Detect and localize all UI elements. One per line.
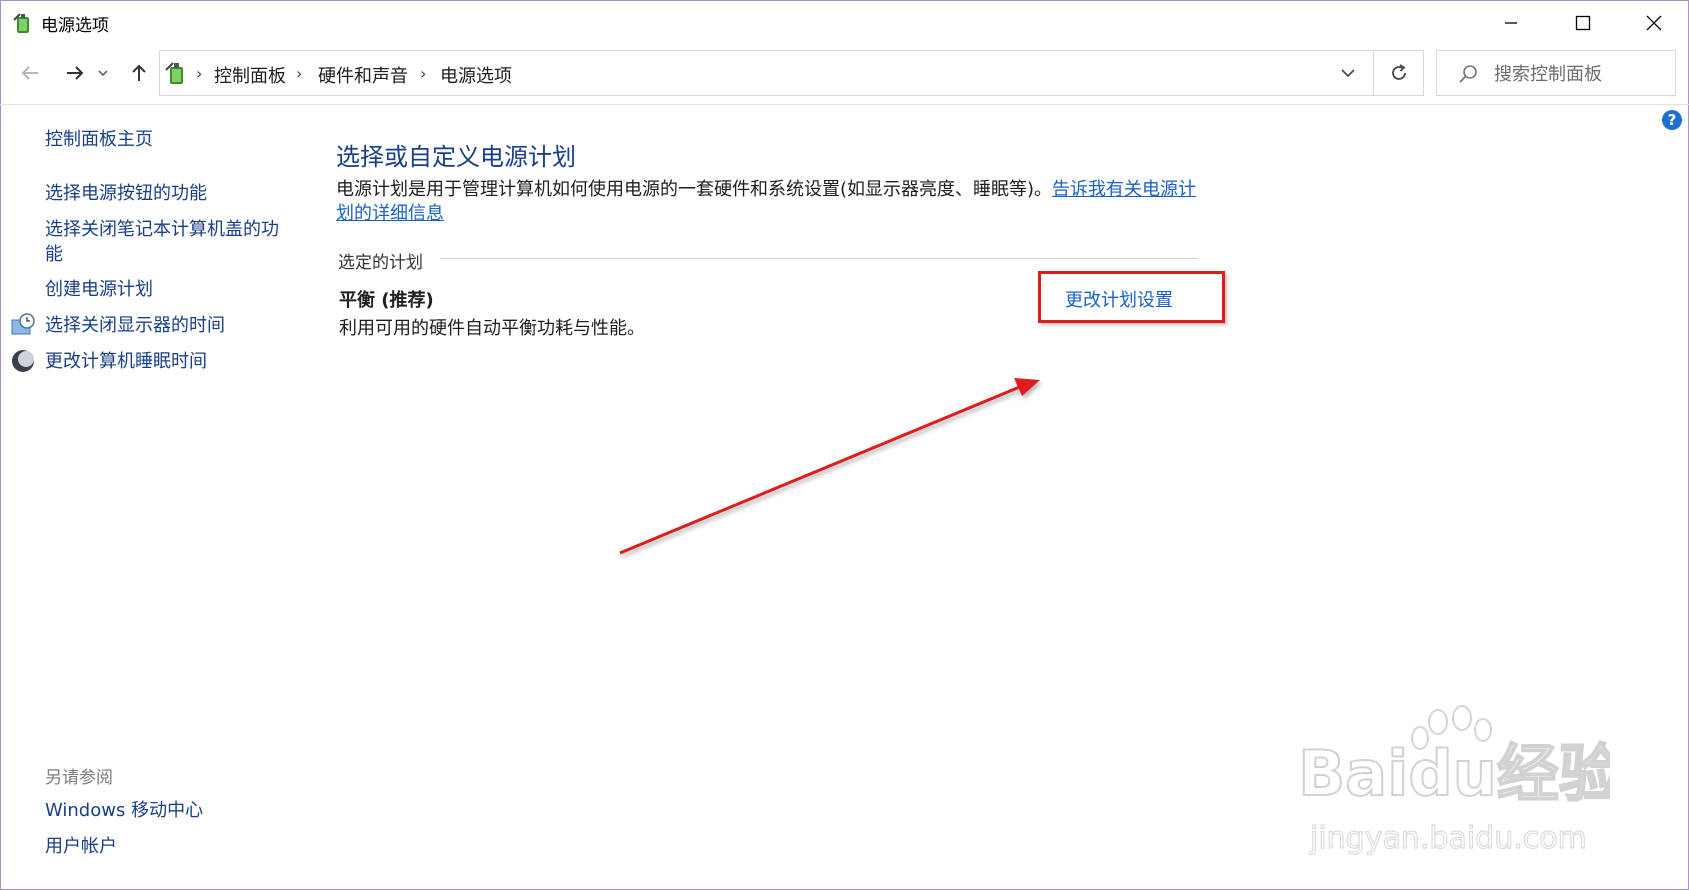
sidebar-item-display-off[interactable]: 选择关闭显示器的时间 (45, 313, 225, 338)
breadcrumb-separator-icon: › (420, 64, 427, 83)
forward-arrow-icon (67, 66, 84, 80)
header-divider (0, 104, 1689, 105)
see-also-mobility-center[interactable]: Windows 移动中心 (45, 798, 203, 823)
minimize-icon (1505, 22, 1517, 24)
search-icon (1459, 65, 1477, 83)
sidebar-item-create-plan[interactable]: 创建电源计划 (45, 277, 153, 302)
back-arrow-icon (21, 66, 38, 80)
baidu-jingyan-watermark: Baidu经验 jingyan.baidu.com (1297, 705, 1610, 857)
window-title: 电源选项 (41, 16, 109, 36)
see-also-heading: 另请参阅 (45, 768, 113, 788)
page-description: 电源计划是用于管理计算机如何使用电源的一套硬件和系统设置(如显示器亮度、睡眠等)… (336, 178, 1206, 226)
up-arrow-icon (132, 64, 146, 81)
control-panel-icon (165, 62, 183, 84)
recent-locations-button[interactable] (93, 56, 113, 90)
maximize-icon (1575, 15, 1591, 31)
breadcrumb-power-options[interactable]: 电源选项 (440, 62, 512, 88)
breadcrumb-separator-icon: › (196, 64, 203, 83)
watermark-brand: Baidu经验 (1298, 737, 1610, 810)
sidebar-item-sleep-time[interactable]: 更改计算机睡眠时间 (45, 349, 207, 374)
sidebar-item-control-panel-home[interactable]: 控制面板主页 (45, 127, 153, 152)
annotation-highlight-box (1038, 271, 1225, 323)
forward-button[interactable] (58, 56, 92, 90)
close-icon (1646, 15, 1662, 31)
search-input[interactable] (1492, 59, 1671, 89)
sleep-moon-icon (12, 350, 34, 372)
sidebar-item-power-buttons[interactable]: 选择电源按钮的功能 (45, 181, 207, 206)
chevron-down-icon (98, 70, 108, 77)
plan-name: 平衡 (推荐) (339, 290, 434, 311)
back-button[interactable] (13, 56, 47, 90)
chevron-down-icon (1341, 69, 1355, 78)
refresh-icon (1391, 64, 1406, 80)
address-dropdown-button[interactable] (1323, 51, 1373, 95)
help-icon[interactable]: ? (1662, 110, 1682, 130)
search-box[interactable] (1436, 50, 1676, 96)
description-text: 电源计划是用于管理计算机如何使用电源的一套硬件和系统设置(如显示器亮度、睡眠等)… (336, 179, 1053, 200)
maximize-button[interactable] (1548, 0, 1618, 46)
address-bar[interactable]: › 控制面板 › 硬件和声音 › 电源选项 (159, 50, 1374, 96)
refresh-button[interactable] (1374, 50, 1424, 96)
power-options-icon (13, 13, 29, 33)
group-divider (440, 258, 1198, 259)
page-title: 选择或自定义电源计划 (336, 143, 576, 171)
close-button[interactable] (1619, 0, 1689, 46)
breadcrumb-hardware-sound[interactable]: 硬件和声音 (318, 62, 408, 88)
plan-description: 利用可用的硬件自动平衡功耗与性能。 (339, 318, 645, 339)
breadcrumb-separator-icon: › (296, 64, 303, 83)
watermark-url: jingyan.baidu.com (1309, 821, 1587, 856)
sidebar-item-lid-close[interactable]: 选择关闭笔记本计算机盖的功能 (45, 217, 290, 267)
title-bar: 电源选项 (0, 0, 1689, 46)
minimize-button[interactable] (1476, 0, 1546, 46)
breadcrumb-control-panel[interactable]: 控制面板 (214, 62, 286, 88)
see-also-user-accounts[interactable]: 用户帐户 (45, 834, 117, 859)
display-clock-icon (11, 313, 35, 335)
up-button[interactable] (122, 56, 156, 90)
selected-plan-label: 选定的计划 (338, 248, 433, 273)
